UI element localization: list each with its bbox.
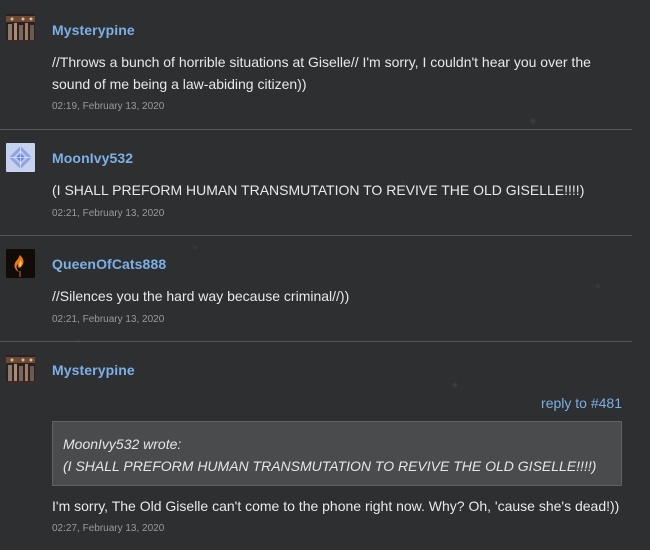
username[interactable]: MoonIvy532 — [52, 150, 133, 166]
comment-post: MoonIvy532 (I SHALL PREFORM HUMAN TRANSM… — [0, 129, 632, 236]
username[interactable]: QueenOfCats888 — [52, 256, 166, 272]
user-avatar[interactable] — [6, 143, 35, 172]
user-avatar[interactable] — [6, 355, 35, 384]
post-body-line: sound of me being a law-abiding citizen)… — [52, 76, 307, 92]
post-body-line: (I SHALL PREFORM HUMAN TRANSMUTATION TO … — [52, 182, 585, 198]
quote-text: (I SHALL PREFORM HUMAN TRANSMUTATION TO … — [63, 458, 597, 474]
comment-post: Mysterypine //Throws a bunch of horrible… — [0, 0, 632, 130]
comment-post: QueenOfCats888 //Silences you the hard w… — [0, 235, 632, 342]
post-timestamp: 02:21, February 13, 2020 — [52, 314, 165, 325]
post-body: I'm sorry, The Old Giselle can't come to… — [52, 495, 622, 517]
post-body-line: I'm sorry, The Old Giselle can't come to… — [52, 498, 620, 514]
comment-post: Mysterypine reply to #481 MoonIvy532 wro… — [0, 341, 632, 550]
post-timestamp: 02:27, February 13, 2020 — [52, 523, 165, 534]
post-body: //Silences you the hard way because crim… — [52, 285, 622, 307]
moonivy-avatar-icon — [6, 143, 35, 172]
username[interactable]: Mysterypine — [52, 22, 135, 38]
post-body-line: //Throws a bunch of horrible situations … — [52, 54, 591, 70]
post-body-line: //Silences you the hard way because crim… — [52, 288, 350, 304]
quote-block: MoonIvy532 wrote: (I SHALL PREFORM HUMAN… — [52, 421, 622, 486]
queenofcats-avatar-icon — [6, 249, 35, 278]
reply-link[interactable]: reply to #481 — [541, 395, 622, 411]
user-avatar[interactable] — [6, 249, 35, 278]
post-timestamp: 02:19, February 13, 2020 — [52, 101, 165, 112]
mysterypine-avatar-icon — [6, 14, 35, 43]
post-body: (I SHALL PREFORM HUMAN TRANSMUTATION TO … — [52, 179, 622, 201]
quote-author: MoonIvy532 wrote: — [63, 436, 182, 452]
username[interactable]: Mysterypine — [52, 362, 135, 378]
user-avatar[interactable] — [6, 14, 35, 43]
post-timestamp: 02:21, February 13, 2020 — [52, 208, 165, 219]
post-body: //Throws a bunch of horrible situations … — [52, 51, 622, 95]
mysterypine-avatar-icon — [6, 355, 35, 384]
